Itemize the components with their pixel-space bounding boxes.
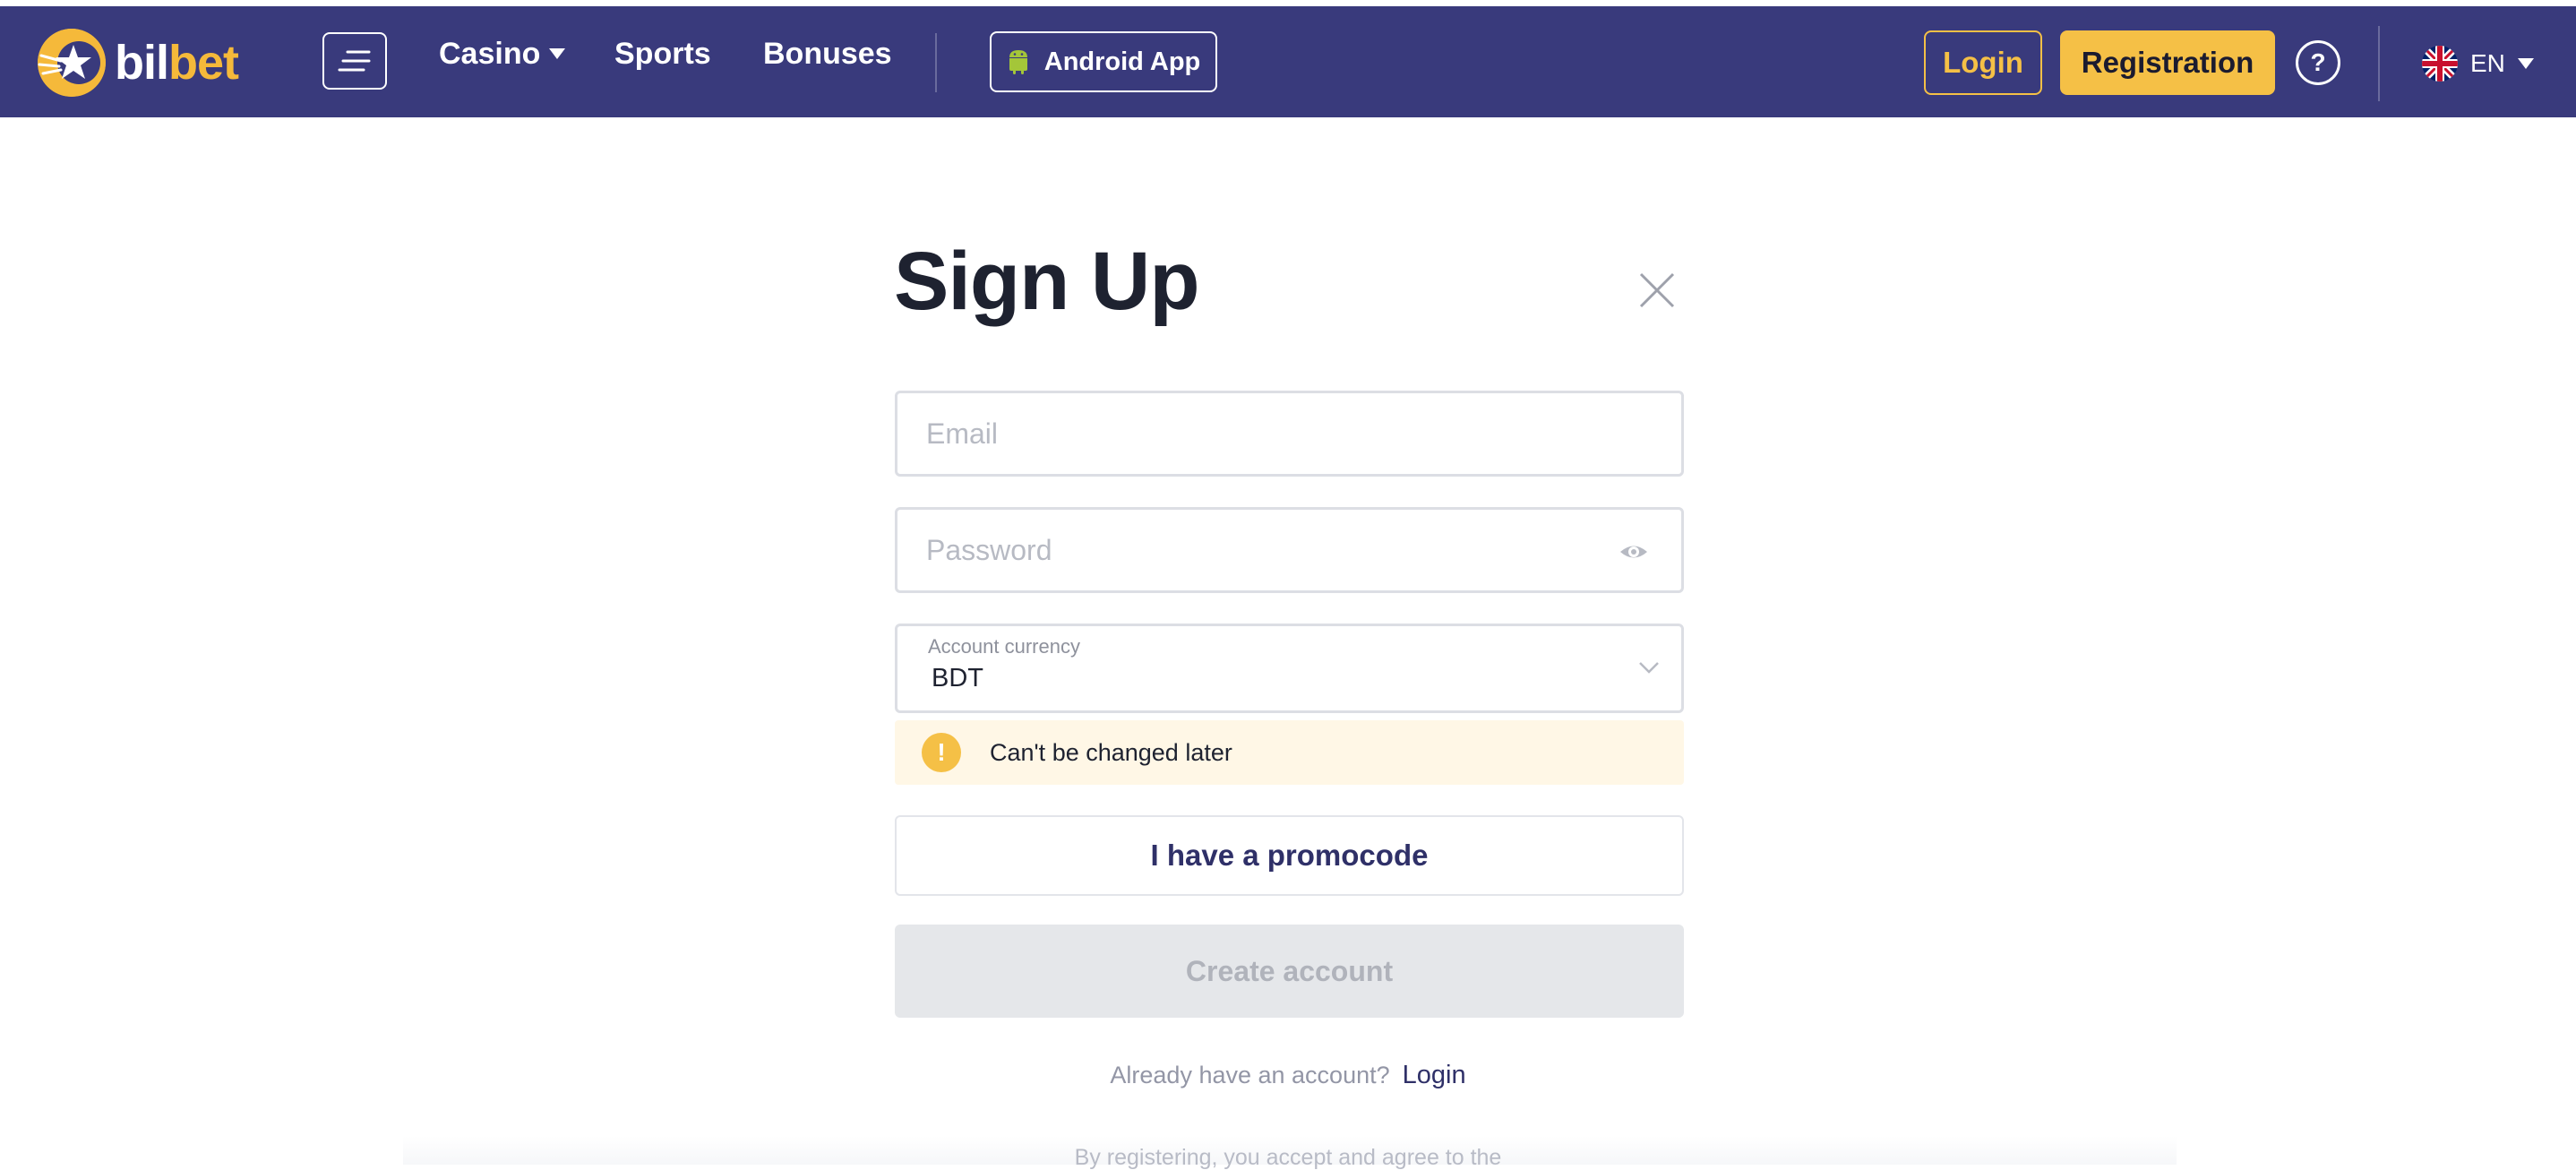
currency-warning: ! Can't be changed later [895,720,1684,785]
currency-label: Account currency [928,635,1080,658]
chevron-down-icon [1639,662,1659,674]
header-divider [935,33,937,92]
caret-down-icon [2517,58,2534,69]
header-login-button[interactable]: Login [1924,30,2042,95]
hamburger-menu-icon [338,50,371,72]
hamburger-menu-button[interactable] [322,32,387,90]
header-divider-right [2378,26,2380,101]
warning-icon: ! [922,733,961,772]
promocode-button[interactable]: I have a promocode [895,815,1684,896]
android-icon [1009,50,1027,74]
top-strip [0,0,2576,6]
logo-text-bil: bil [115,36,169,90]
currency-select[interactable]: Account currency BDT [895,624,1684,713]
nav-sports-label: Sports [614,37,711,71]
header-registration-button[interactable]: Registration [2060,30,2275,95]
terms-text: By registering, you accept and agree to … [1074,1145,1502,1170]
password-input[interactable] [924,510,1605,590]
warning-text: Can't be changed later [990,738,1232,766]
bilbet-logo[interactable]: bilbet [38,28,239,98]
logo-wordmark: bilbet [115,36,239,90]
nav-casino[interactable]: Casino [439,37,566,71]
android-app-button[interactable]: Android App [990,31,1217,92]
language-label: EN [2470,49,2505,77]
email-field [895,391,1684,477]
close-icon [1639,272,1675,308]
already-have-account: Already have an account? Login [0,1061,2576,1090]
nav-bonuses-label: Bonuses [763,37,892,71]
caret-down-icon [549,48,566,59]
question-mark-icon: ? [2310,48,2326,76]
nav-casino-label: Casino [439,37,541,71]
nav-bonuses[interactable]: Bonuses [763,39,892,69]
uk-flag-icon [2422,46,2458,82]
email-input[interactable] [924,393,1605,474]
help-button[interactable]: ? [2296,40,2340,85]
login-link[interactable]: Login [1403,1061,1466,1089]
create-account-button[interactable]: Create account [895,925,1684,1018]
logo-text-bet: bet [168,36,239,90]
currency-value: BDT [932,664,983,693]
language-selector[interactable]: EN [2422,46,2534,82]
password-field [895,507,1684,593]
android-app-label: Android App [1043,47,1201,76]
site-header: bilbet Casino Sports Bonuses Android App… [0,6,2576,117]
bilbet-star-logo-icon [38,29,106,97]
already-text: Already have an account? [1110,1062,1390,1088]
page-title: Sign Up [894,236,1200,327]
nav-sports[interactable]: Sports [614,39,711,69]
close-button[interactable] [1636,269,1679,312]
eye-icon[interactable] [1619,537,1649,567]
